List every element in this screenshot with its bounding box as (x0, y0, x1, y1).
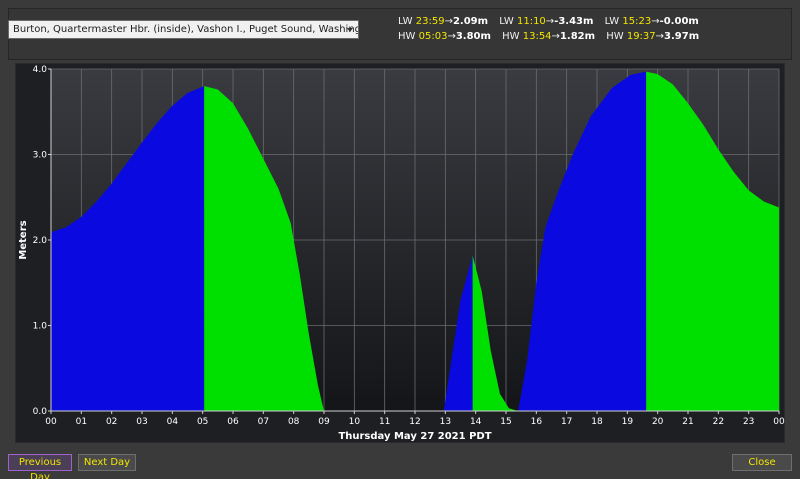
x-tick-label: 18 (591, 417, 603, 427)
x-tick-label: 20 (652, 417, 664, 427)
x-tick-label: 14 (470, 417, 482, 427)
tide-type: HW (398, 31, 416, 42)
y-tick-label: 4.0 (33, 65, 48, 75)
previous-day-button[interactable]: Previous Day (8, 454, 72, 479)
x-tick-label: 03 (136, 417, 147, 427)
x-tick-label: 16 (531, 417, 543, 427)
tide-height: -3.43m (554, 16, 594, 27)
x-tick-label: 08 (288, 417, 300, 427)
x-tick-label: 02 (106, 417, 117, 427)
tide-type: HW (502, 31, 520, 42)
x-tick-label: 05 (197, 417, 208, 427)
x-tick-label: 11 (379, 417, 390, 427)
arrow-right-icon: → (545, 16, 555, 27)
x-tick-label: 09 (318, 417, 330, 427)
tide-time: 13:54 (522, 31, 552, 42)
y-axis-label: Meters (18, 220, 29, 259)
x-tick-label: 10 (349, 417, 361, 427)
x-tick-label: 01 (76, 417, 87, 427)
x-tick-label: 00 (773, 417, 785, 427)
tide-type: LW (398, 16, 413, 27)
tide-height: 3.80m (455, 31, 491, 42)
tide-chart-panel: 00 01 02 03 04 05 06 07 08 09 10 11 12 13 14 15 16 17 18 19… (15, 63, 785, 443)
chevron-down-icon (347, 28, 353, 32)
x-tick-label: 21 (682, 417, 693, 427)
x-tick-label: 06 (227, 417, 239, 427)
next-day-button[interactable]: Next Day (78, 454, 136, 471)
tide-type: HW (606, 31, 624, 42)
x-tick-label: 00 (45, 417, 57, 427)
x-tick-label: 13 (440, 417, 451, 427)
low-water-row: LW 23:59→2.09m LW 11:10→-3.43m LW 15:23→… (398, 16, 707, 27)
station-dropdown[interactable]: Burton, Quartermaster Hbr. (inside), Vas… (8, 20, 359, 39)
x-tick-label: 22 (713, 417, 724, 427)
tide-chart: 00 01 02 03 04 05 06 07 08 09 10 11 12 13 14 15 16 17 18 19… (18, 65, 785, 442)
tide-entry: LW 11:10→-3.43m (499, 16, 593, 27)
tide-time: 11:10 (516, 16, 546, 27)
x-tick-label: 15 (500, 417, 511, 427)
tide-time: 05:03 (418, 31, 448, 42)
arrow-right-icon: → (444, 16, 453, 27)
x-tick-label: 07 (258, 417, 269, 427)
y-tick-label: 2.0 (33, 236, 48, 246)
tide-type: LW (499, 16, 514, 27)
tide-height: 1.82m (559, 31, 596, 42)
tide-entry: HW 19:37→3.97m (606, 31, 699, 42)
y-tick-label: 3.0 (33, 151, 48, 161)
x-tick-label: 04 (167, 417, 179, 427)
tide-entry: LW 15:23→-0.00m (605, 16, 699, 27)
x-tick-label: 17 (561, 417, 572, 427)
tide-time: 19:37 (626, 31, 656, 42)
y-tick-label: 0.0 (33, 407, 48, 417)
high-water-row: HW 05:03→3.80m HW 13:54→1.82m HW 19:37→3… (398, 31, 707, 42)
tide-entry: HW 13:54→1.82m (502, 31, 595, 42)
tide-height: 2.09m (452, 16, 489, 27)
arrow-right-icon: → (651, 16, 660, 27)
x-axis-label: Thursday May 27 2021 PDT (338, 431, 491, 442)
arrow-right-icon: → (655, 31, 665, 42)
tide-entry: LW 23:59→2.09m (398, 16, 488, 27)
arrow-right-icon: → (447, 31, 456, 42)
x-tick-label: 23 (743, 417, 754, 427)
x-tick-label: 12 (409, 417, 420, 427)
arrow-right-icon: → (551, 31, 560, 42)
y-tick-label: 1.0 (33, 322, 48, 332)
tide-time: 23:59 (415, 16, 445, 27)
x-tick-label: 19 (622, 417, 634, 427)
close-button[interactable]: Close (732, 454, 792, 471)
station-selected-label: Burton, Quartermaster Hbr. (inside), Vas… (13, 24, 359, 35)
tide-entry: HW 05:03→3.80m (398, 31, 491, 42)
tide-height: 3.97m (664, 31, 700, 42)
tide-time: 15:23 (622, 16, 652, 27)
tide-type: LW (604, 16, 620, 27)
tide-height: -0.00m (659, 16, 699, 27)
